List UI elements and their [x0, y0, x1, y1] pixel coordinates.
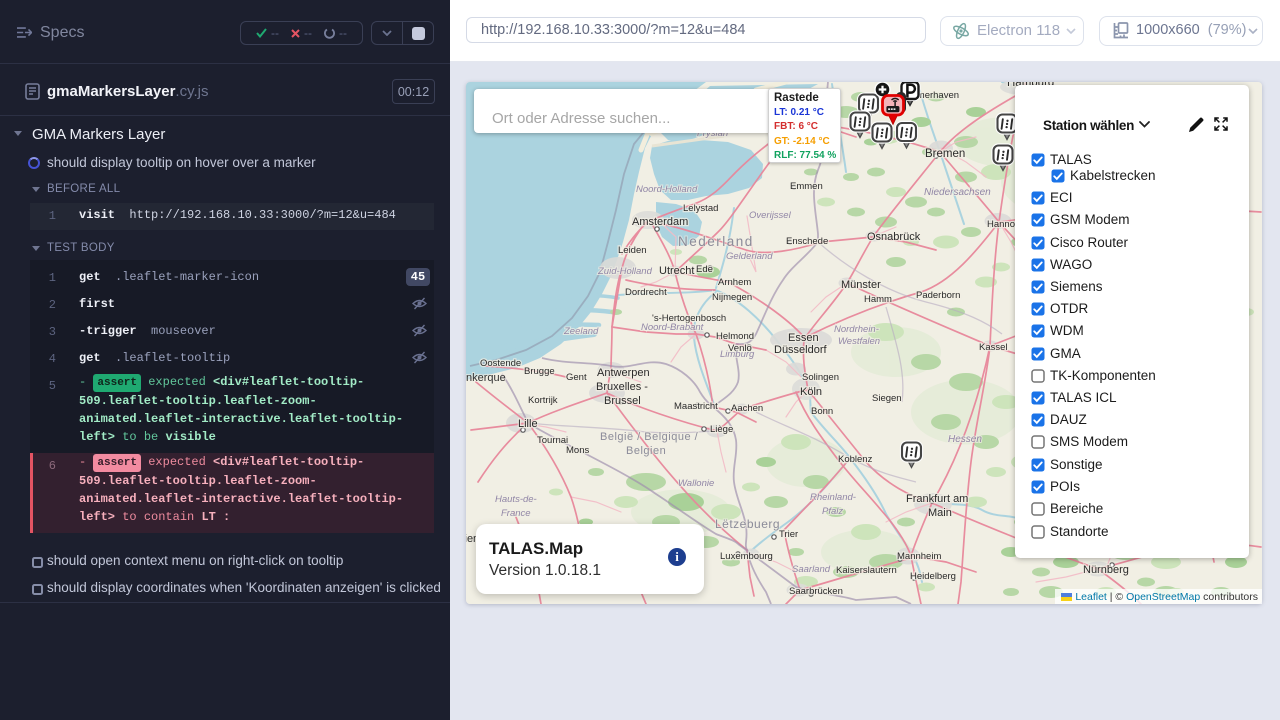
svg-text:Limburg: Limburg — [720, 349, 755, 360]
svg-text:Wallonie: Wallonie — [678, 478, 714, 489]
svg-text:Brussel: Brussel — [604, 395, 641, 407]
svg-text:Koblenz: Koblenz — [838, 454, 873, 465]
svg-text:Oostende: Oostende — [480, 358, 521, 369]
svg-text:Mons: Mons — [566, 445, 589, 456]
svg-text:Hessen: Hessen — [948, 434, 982, 445]
svg-text:Kaiserslautern: Kaiserslautern — [836, 565, 897, 576]
svg-text:België / Belgique /: België / Belgique / — [600, 431, 699, 443]
svg-text:France: France — [501, 508, 531, 519]
svg-text:Essen: Essen — [788, 332, 819, 344]
svg-text:Dordrecht: Dordrecht — [625, 287, 667, 298]
svg-text:Zeeland: Zeeland — [563, 326, 599, 337]
svg-text:Brugge: Brugge — [524, 366, 555, 377]
svg-text:Liège: Liège — [710, 424, 733, 435]
svg-text:Amsterdam: Amsterdam — [632, 216, 688, 228]
svg-text:Saarland: Saarland — [792, 564, 831, 575]
svg-text:nkerque: nkerque — [466, 372, 506, 384]
svg-text:Maastricht: Maastricht — [674, 401, 718, 412]
svg-text:Frankfurt am: Frankfurt am — [906, 493, 968, 505]
svg-text:Emmen: Emmen — [790, 181, 823, 192]
svg-text:Enschede: Enschede — [786, 236, 828, 247]
svg-text:Heidelberg: Heidelberg — [910, 571, 956, 582]
svg-text:Helmond: Helmond — [716, 331, 754, 342]
svg-text:Hamm: Hamm — [864, 294, 892, 305]
svg-text:Bremen: Bremen — [925, 148, 965, 160]
svg-text:Rheinland-: Rheinland- — [810, 492, 856, 503]
svg-text:Nürnberg: Nürnberg — [1083, 564, 1129, 576]
svg-text:Antwerpen: Antwerpen — [597, 367, 650, 379]
svg-text:Solingen: Solingen — [802, 372, 839, 383]
svg-text:Belgien: Belgien — [626, 445, 666, 457]
svg-text:Bonn: Bonn — [811, 406, 833, 417]
svg-text:Bruxelles -: Bruxelles - — [596, 381, 648, 393]
svg-text:Main: Main — [928, 507, 952, 519]
svg-text:Overijssel: Overijssel — [749, 210, 792, 221]
svg-text:Saarbrücken: Saarbrücken — [789, 586, 843, 597]
svg-text:Paderborn: Paderborn — [916, 290, 960, 301]
svg-text:Hauts-de-: Hauts-de- — [495, 494, 537, 505]
svg-text:Luxembourg: Luxembourg — [720, 551, 773, 562]
svg-text:Nederland: Nederland — [678, 234, 754, 249]
svg-text:Ede: Ede — [696, 264, 713, 275]
svg-text:Nordrhein-: Nordrhein- — [834, 324, 879, 335]
svg-text:Noord-Brabant: Noord-Brabant — [641, 322, 704, 333]
svg-text:Niedersachsen: Niedersachsen — [924, 187, 991, 198]
svg-text:Aachen: Aachen — [731, 403, 763, 414]
svg-text:Kassel: Kassel — [979, 342, 1008, 353]
svg-text:Kortrijk: Kortrijk — [528, 395, 558, 406]
svg-text:Lelystad: Lelystad — [683, 203, 718, 214]
svg-text:Zuid-Holland: Zuid-Holland — [597, 266, 653, 277]
svg-text:Osnabrück: Osnabrück — [867, 231, 921, 243]
svg-text:Lille: Lille — [518, 418, 538, 430]
svg-text:Westfalen: Westfalen — [838, 336, 880, 347]
svg-text:Arnhem: Arnhem — [718, 277, 751, 288]
svg-text:Noord-Holland: Noord-Holland — [636, 184, 698, 195]
svg-text:Trier: Trier — [779, 529, 798, 540]
svg-text:Tournai: Tournai — [537, 435, 568, 446]
svg-text:Siegen: Siegen — [872, 393, 902, 404]
svg-text:Lëtzebuerg: Lëtzebuerg — [715, 517, 780, 531]
svg-text:Leiden: Leiden — [618, 245, 647, 256]
svg-text:Pfalz: Pfalz — [822, 506, 843, 517]
svg-text:Köln: Köln — [800, 386, 822, 398]
svg-text:Düsseldorf: Düsseldorf — [774, 344, 828, 356]
svg-text:Mannheim: Mannheim — [897, 551, 941, 562]
svg-text:Münster: Münster — [841, 279, 881, 291]
svg-text:Utrecht: Utrecht — [659, 265, 694, 277]
svg-text:Nijmegen: Nijmegen — [712, 292, 752, 303]
svg-text:Gent: Gent — [566, 372, 587, 383]
svg-text:Gelderland: Gelderland — [726, 251, 773, 262]
